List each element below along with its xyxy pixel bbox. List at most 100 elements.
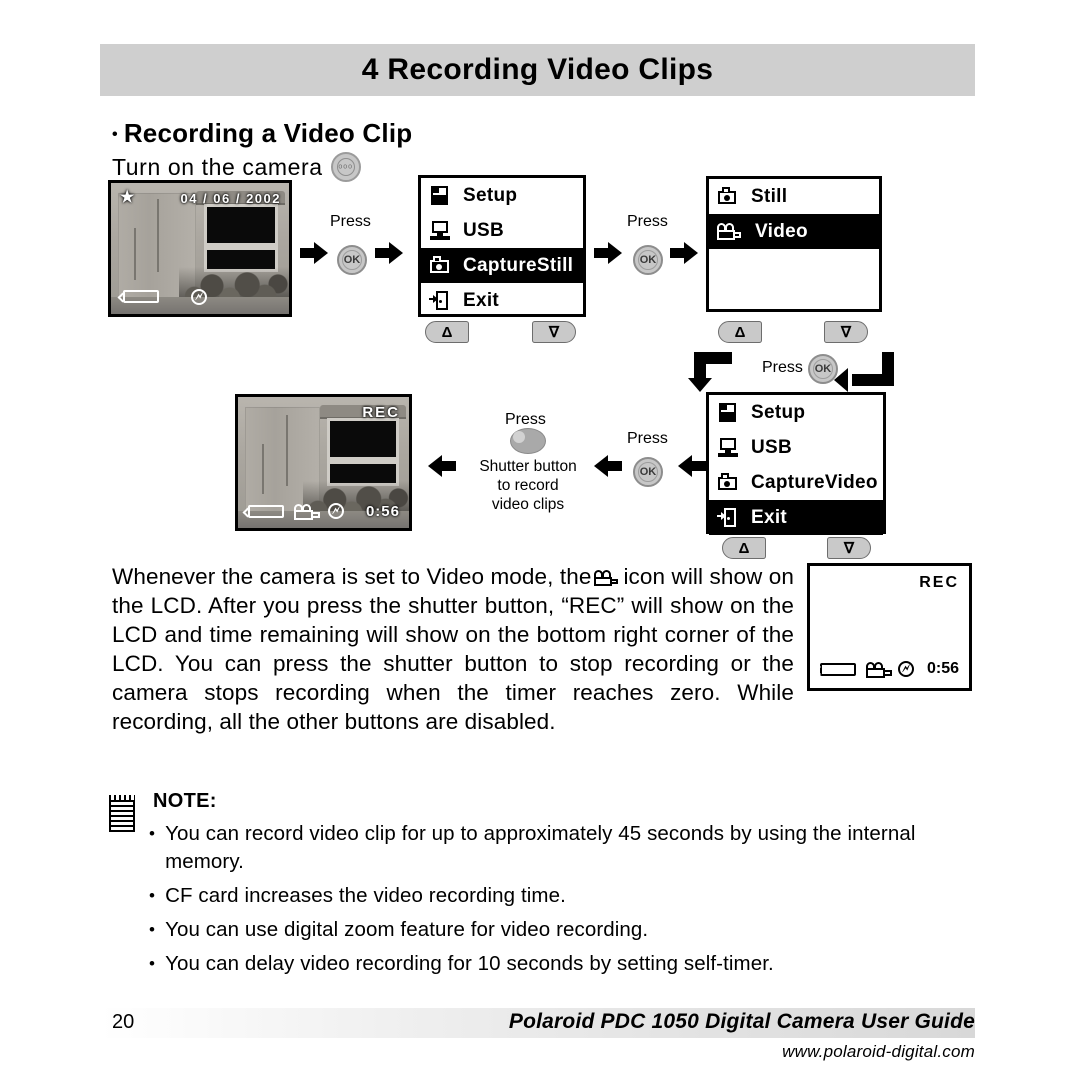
chapter-header-bar: 4 Recording Video Clips xyxy=(100,44,975,96)
exit-door-icon xyxy=(429,290,451,311)
menu-capture-mode[interactable]: Still Video xyxy=(706,176,882,312)
shutter-button-icon[interactable] xyxy=(510,428,546,454)
note-item-text: You can delay video recording for 10 sec… xyxy=(165,952,774,975)
arrow-left-2 xyxy=(592,455,622,477)
note-title: NOTE: xyxy=(153,790,217,812)
note-list: • You can record video clip for up to ap… xyxy=(149,820,995,984)
ok-button-2[interactable]: OK xyxy=(633,245,663,275)
rec-indicator: REC xyxy=(362,404,400,421)
menu-row[interactable]: Capture Video xyxy=(709,465,883,500)
ok-button-1[interactable]: OK xyxy=(337,245,367,275)
floppy-disk-icon xyxy=(717,402,739,423)
menu-item-label: Exit xyxy=(463,289,500,311)
triangle-down-icon: ∇ xyxy=(548,323,560,341)
bullet-icon: • xyxy=(112,126,118,143)
still-camera-icon xyxy=(717,186,739,207)
menu-item-label: Still xyxy=(751,185,788,207)
menu-item-label: Video xyxy=(755,220,808,242)
power-button-icon: ooo xyxy=(330,152,361,182)
video-camera-icon xyxy=(594,570,620,586)
battery-icon xyxy=(820,663,856,676)
shutter-caption-line-3: video clips xyxy=(491,496,565,513)
menu-row-selected[interactable]: Exit xyxy=(709,500,883,535)
flash-off-icon: 🗲 xyxy=(191,289,207,305)
recording-timer: 0:56 xyxy=(926,660,959,677)
shutter-caption-line-2: to record xyxy=(497,477,559,494)
menu-row[interactable]: Still xyxy=(709,179,879,214)
arrow-elbow-left xyxy=(834,352,894,392)
lcd-rec-illustration: REC 0:56 🗲 xyxy=(807,563,972,691)
footer-url[interactable]: www.polaroid-digital.com xyxy=(782,1042,975,1062)
camera-icon xyxy=(429,255,451,276)
menu-row-selected[interactable]: Video xyxy=(709,214,879,249)
camera-icon xyxy=(717,472,739,493)
menu-capture-still[interactable]: Setup USB Capture Still Exit xyxy=(418,175,586,317)
nav-down-button-2[interactable]: ∇ xyxy=(824,321,868,343)
note-list-item: • You can use digital zoom feature for v… xyxy=(149,916,995,944)
triangle-down-icon: ∇ xyxy=(843,539,855,557)
menu-row[interactable]: USB xyxy=(421,213,583,248)
nav-up-button-2[interactable]: Δ xyxy=(718,321,762,343)
note-list-item: • You can delay video recording for 10 s… xyxy=(149,950,995,978)
star-icon: ★ xyxy=(120,189,135,206)
shutter-caption: Shutter button to record video clips xyxy=(478,457,578,514)
video-camera-icon xyxy=(717,222,743,242)
bullet-icon: • xyxy=(149,886,156,905)
arrow-right-4 xyxy=(670,242,700,264)
arrow-left-1 xyxy=(676,455,706,477)
monitor-icon xyxy=(717,437,739,458)
press-label-2: Press xyxy=(627,213,668,230)
menu-item-label: Capture xyxy=(751,471,825,493)
ok-button-4[interactable]: OK xyxy=(633,457,663,487)
menu-exit-selected[interactable]: Setup USB Capture Video Exit xyxy=(706,392,886,535)
body-text-part-1: Whenever the camera is set to Video mode… xyxy=(112,564,592,589)
lcd-preview-screen: ★ 04 / 06 / 2002 🗲 xyxy=(108,180,292,317)
press-label-5: Press xyxy=(505,411,546,428)
press-label-1: Press xyxy=(330,213,371,230)
notepad-icon xyxy=(109,795,135,832)
nav-up-button-3[interactable]: Δ xyxy=(722,537,766,559)
nav-down-button-3[interactable]: ∇ xyxy=(827,537,871,559)
power-button-dots: ooo xyxy=(338,163,354,171)
arrow-right-1 xyxy=(300,242,330,264)
shutter-caption-line-1: Shutter button xyxy=(479,458,577,475)
note-list-item: • You can record video clip for up to ap… xyxy=(149,820,995,876)
section-heading: • Recording a Video Clip xyxy=(112,118,412,149)
recording-timer: 0:56 xyxy=(365,503,400,520)
triangle-down-icon: ∇ xyxy=(840,323,852,341)
arrow-left-3 xyxy=(426,455,456,477)
exit-door-icon xyxy=(717,507,739,528)
video-mode-icon xyxy=(866,662,892,678)
body-paragraph: Whenever the camera is set to Video mode… xyxy=(112,562,794,736)
nav-down-button-1[interactable]: ∇ xyxy=(532,321,576,343)
triangle-up-icon: Δ xyxy=(738,539,750,557)
note-item-text: You can record video clip for up to appr… xyxy=(165,822,916,873)
press-label-4: Press xyxy=(627,430,668,447)
menu-item-label: Setup xyxy=(751,401,806,423)
flash-off-icon: 🗲 xyxy=(328,503,344,519)
nav-up-button-1[interactable]: Δ xyxy=(425,321,469,343)
turn-on-camera-text: Turn on the camera xyxy=(112,154,323,180)
battery-icon xyxy=(123,290,159,303)
body-text-part-2: icon will show on the LCD. After you pre… xyxy=(112,564,794,734)
triangle-up-icon: Δ xyxy=(441,323,453,341)
menu-row[interactable]: Exit xyxy=(421,283,583,318)
floppy-disk-icon xyxy=(429,185,451,206)
menu-row[interactable]: Setup xyxy=(421,178,583,213)
bullet-icon: • xyxy=(149,954,156,973)
menu-item-label: USB xyxy=(463,219,505,241)
menu-row[interactable]: Setup xyxy=(709,395,883,430)
menu-item-value: Video xyxy=(824,471,878,493)
menu-row[interactable]: USB xyxy=(709,430,883,465)
chapter-title: 4 Recording Video Clips xyxy=(361,53,714,86)
section-heading-text: Recording a Video Clip xyxy=(123,118,413,148)
menu-item-label: Exit xyxy=(751,506,788,528)
note-item-text: CF card increases the video recording ti… xyxy=(165,884,566,907)
manual-page: 4 Recording Video Clips • Recording a Vid… xyxy=(0,0,1080,1080)
turn-on-camera-instruction: Turn on the camera ooo xyxy=(112,152,361,182)
menu-row-selected[interactable]: Capture Still xyxy=(421,248,583,283)
press-label-3: Press xyxy=(762,359,803,376)
menu-item-label: Setup xyxy=(463,184,518,206)
lcd-date-overlay: 04 / 06 / 2002 xyxy=(180,191,281,206)
flash-off-icon: 🗲 xyxy=(898,661,914,677)
